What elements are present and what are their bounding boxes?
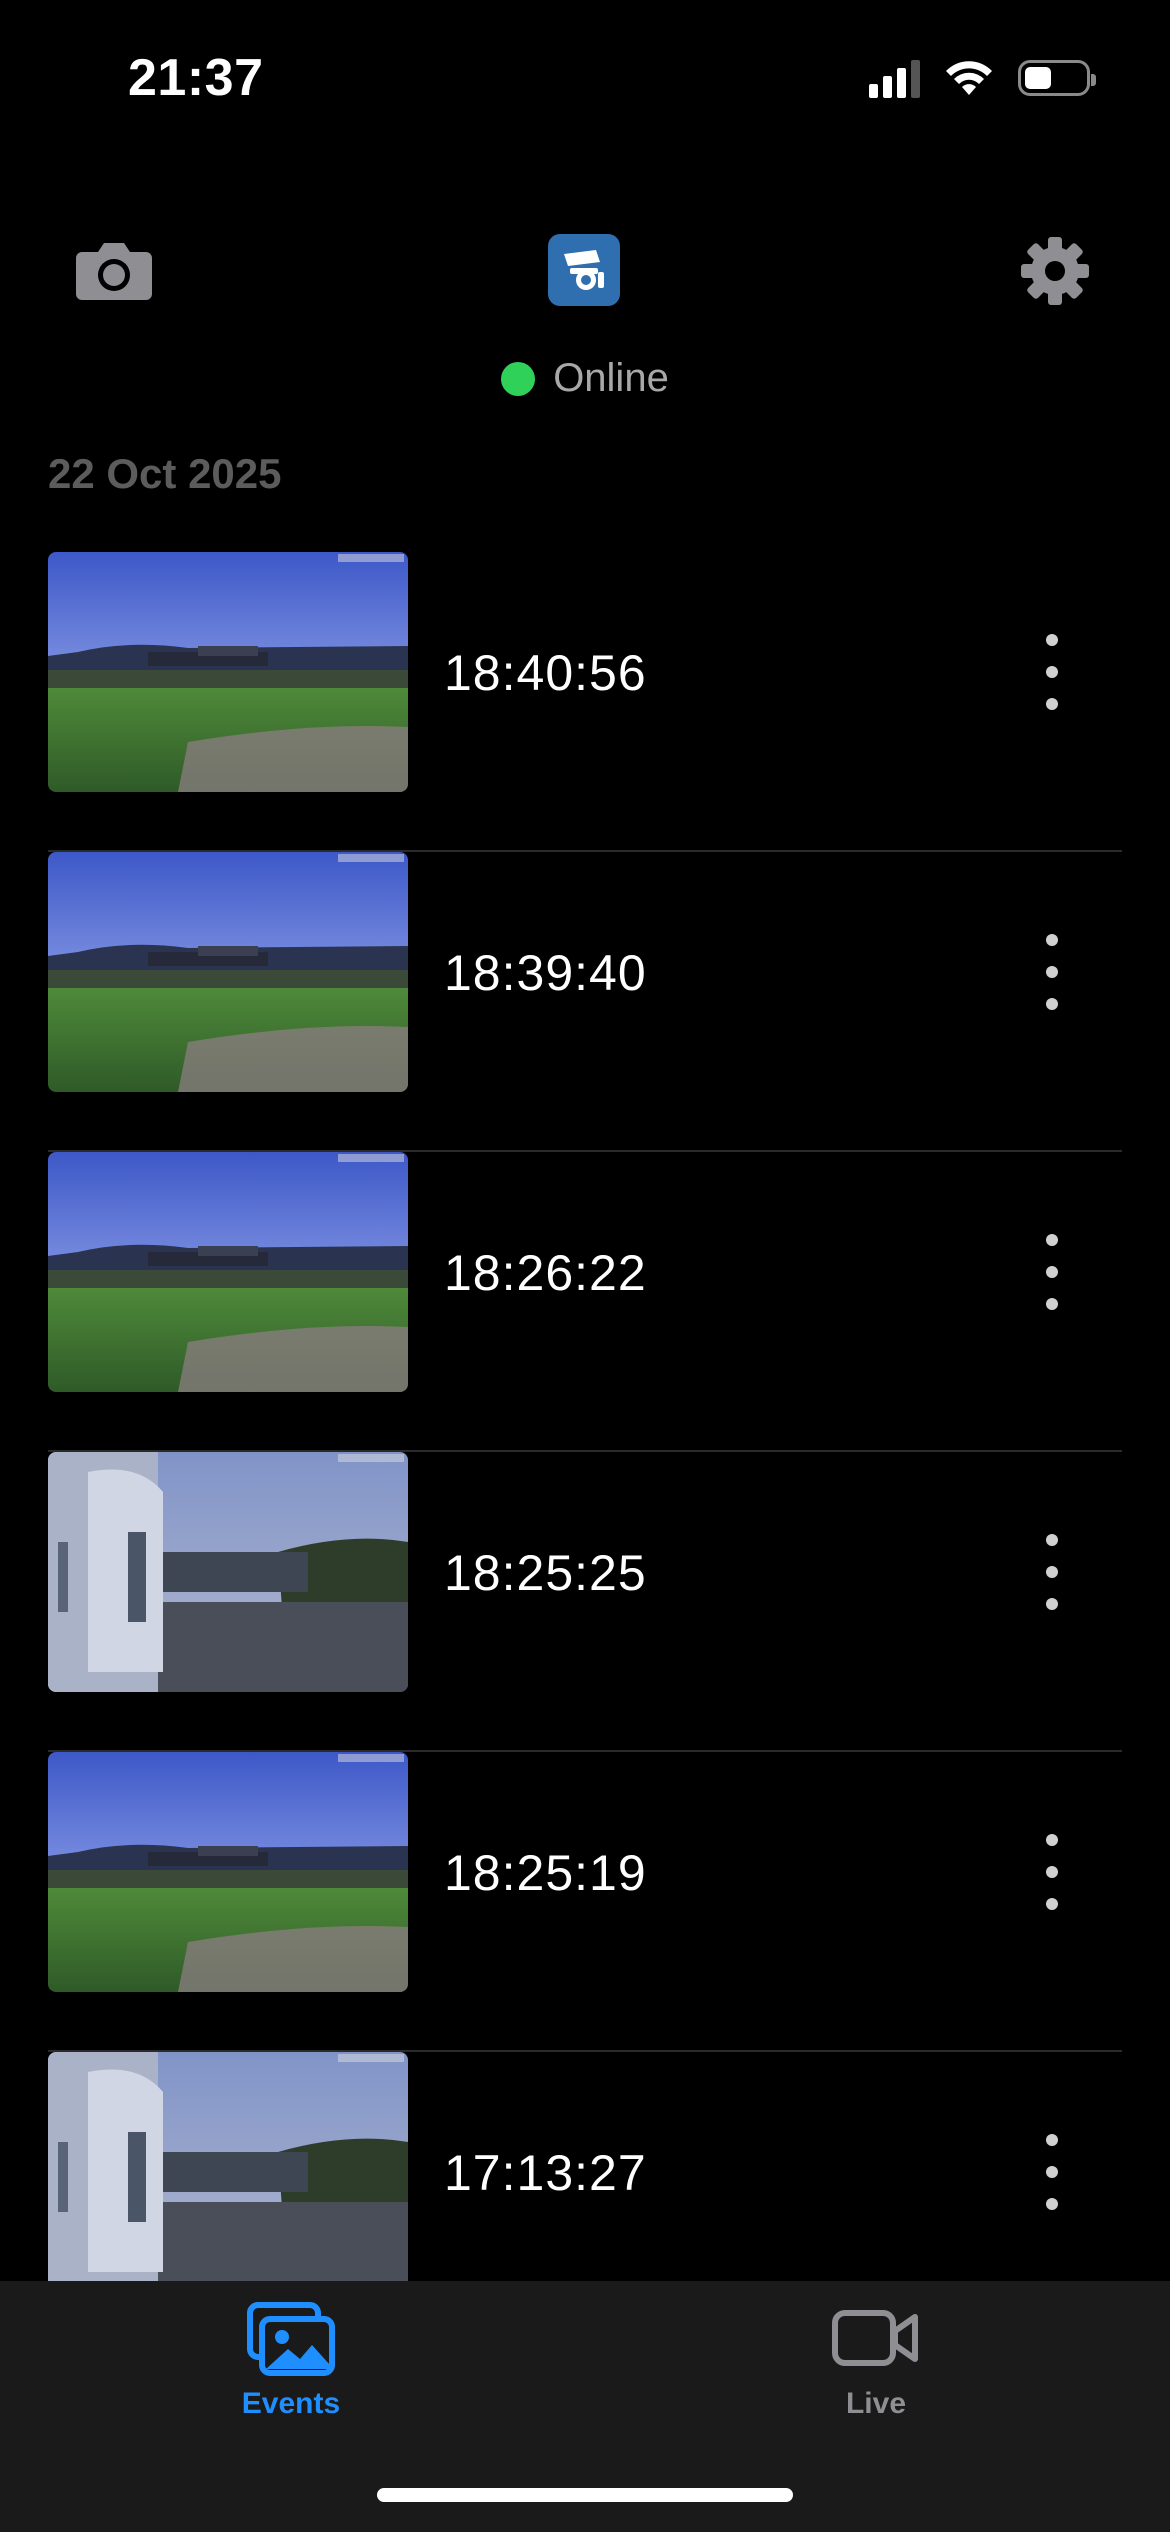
event-row[interactable]: 18:39:40 — [48, 852, 1122, 1152]
more-options-button[interactable] — [1034, 1234, 1070, 1310]
event-time: 18:25:25 — [444, 1545, 647, 1601]
event-time: 18:25:19 — [444, 1845, 647, 1901]
event-thumbnail[interactable] — [48, 2052, 408, 2292]
event-thumbnail[interactable] — [48, 552, 408, 792]
more-options-button[interactable] — [1034, 934, 1070, 1010]
battery-icon — [1018, 60, 1096, 96]
connection-status: Online — [0, 356, 1170, 401]
event-row[interactable]: 18:25:25 — [48, 1452, 1122, 1752]
tab-events[interactable]: Events — [191, 2301, 391, 2421]
date-heading: 22 Oct 2025 — [48, 450, 282, 497]
tab-live-label: Live — [845, 2387, 907, 2420]
more-options-button[interactable] — [1034, 1834, 1070, 1910]
more-options-button[interactable] — [1034, 634, 1070, 710]
more-options-button[interactable] — [1034, 2134, 1070, 2210]
camera-button[interactable] — [70, 236, 158, 306]
tab-live[interactable]: Live — [776, 2301, 976, 2421]
event-time: 17:13:27 — [444, 2145, 647, 2201]
online-status-label: Online — [553, 356, 669, 400]
status-time: 21:37 — [128, 49, 264, 107]
event-thumbnail[interactable] — [48, 852, 408, 1092]
event-thumbnail[interactable] — [48, 1452, 408, 1692]
home-indicator — [377, 2488, 793, 2502]
photos-icon — [247, 2302, 335, 2376]
event-row[interactable]: 18:25:19 — [48, 1752, 1122, 2052]
tab-events-label: Events — [241, 2387, 341, 2420]
status-icons — [869, 54, 1096, 102]
wifi-icon — [946, 61, 992, 95]
event-list: 18:40:56 18:39:40 18:26:22 18:25:25 18:2… — [48, 552, 1122, 2352]
security-camera-logo-icon — [564, 250, 604, 290]
cellular-signal-icon — [869, 58, 920, 98]
event-time: 18:40:56 — [444, 645, 647, 701]
event-time: 18:26:22 — [444, 1245, 647, 1301]
settings-button[interactable] — [1016, 232, 1094, 310]
online-indicator-dot — [501, 361, 536, 396]
event-time: 18:39:40 — [444, 945, 647, 1001]
event-row[interactable]: 18:40:56 — [48, 552, 1122, 852]
event-thumbnail[interactable] — [48, 1752, 408, 1992]
video-camera-icon — [832, 2310, 918, 2366]
gear-icon — [1021, 237, 1089, 305]
more-options-button[interactable] — [1034, 1534, 1070, 1610]
event-thumbnail[interactable] — [48, 1152, 408, 1392]
event-row[interactable]: 18:26:22 — [48, 1152, 1122, 1452]
camera-icon — [76, 243, 152, 300]
app-logo — [548, 234, 620, 306]
